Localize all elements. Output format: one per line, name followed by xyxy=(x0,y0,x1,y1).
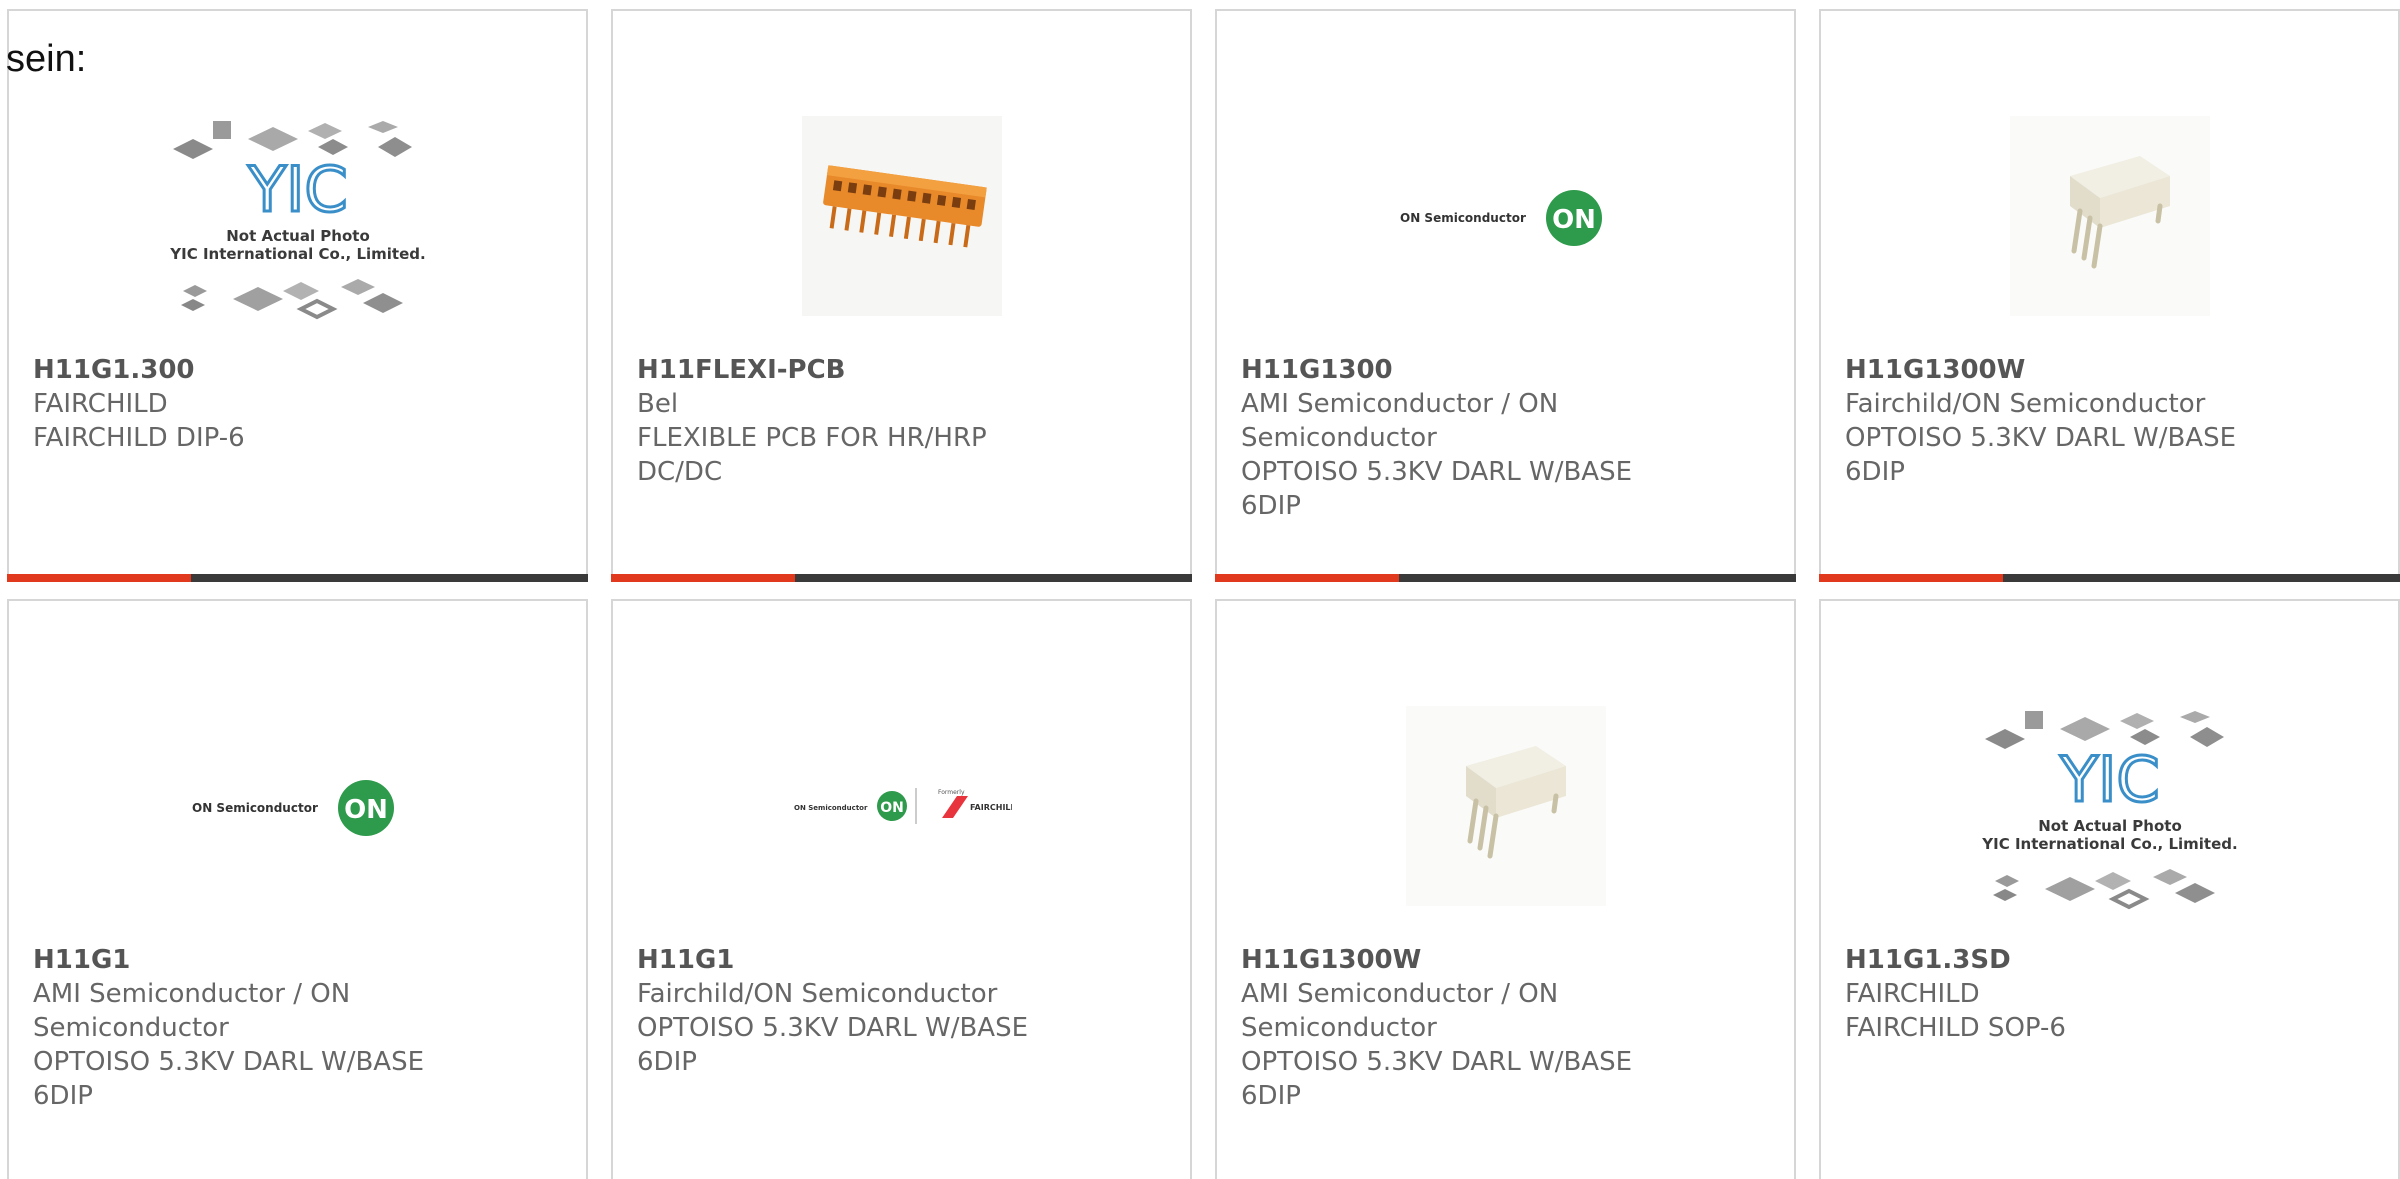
svg-text:YIC: YIC xyxy=(247,153,347,226)
on-semiconductor-logo-icon: ON Semiconductor ON xyxy=(192,780,394,836)
part-number[interactable]: H11G1300 xyxy=(1241,353,1644,387)
dip-chip-icon xyxy=(1405,706,1606,906)
svg-text:ON Semiconductor: ON Semiconductor xyxy=(192,801,318,815)
card-bottom-bar xyxy=(1819,574,2400,582)
dip-chip-icon xyxy=(2009,116,2210,316)
part-number[interactable]: H11G1 xyxy=(33,943,436,977)
manufacturer: Fairchild/ON Semiconductor xyxy=(1845,389,2206,419)
description: OPTOISO 5.3KV DARL W/BASE 6DIP xyxy=(637,1013,1029,1077)
product-info: H11G1 Fairchild/ON Semiconductor OPTOISO… xyxy=(637,943,1040,1079)
product-info: H11G1.3SD FAIRCHILD FAIRCHILD SOP-6 xyxy=(1845,943,2248,1045)
product-info: H11G1.300 FAIRCHILD FAIRCHILD DIP-6 xyxy=(33,353,436,455)
manufacturer: Bel xyxy=(637,389,679,419)
svg-text:ON: ON xyxy=(880,800,904,816)
manufacturer: Fairchild/ON Semiconductor xyxy=(637,979,998,1009)
svg-text:ON: ON xyxy=(1552,205,1596,235)
product-card[interactable]: ON Semiconductor ON H11G1 AMI Semiconduc… xyxy=(7,599,588,1179)
card-bar-accent xyxy=(1215,574,1399,582)
description: OPTOISO 5.3KV DARL W/BASE 6DIP xyxy=(1845,423,2237,487)
product-card[interactable]: ON Semiconductor ON Formerly FAIRCHILD H… xyxy=(611,599,1192,1179)
part-number[interactable]: H11G1 xyxy=(637,943,1040,977)
part-number[interactable]: H11G1300W xyxy=(1241,943,1644,977)
product-grid: YIC Not Actual Photo YIC International C… xyxy=(0,0,2400,1179)
description: FAIRCHILD SOP-6 xyxy=(1845,1013,2066,1043)
connector-icon xyxy=(801,116,1002,316)
svg-text:Formerly: Formerly xyxy=(938,789,965,796)
card-bar-accent xyxy=(611,574,795,582)
product-image[interactable]: ON Semiconductor ON xyxy=(9,671,586,941)
product-card[interactable]: ON Semiconductor ON H11G1300 AMI Semicon… xyxy=(1215,9,1796,582)
manufacturer: AMI Semiconductor / ON Semiconductor xyxy=(1241,389,1559,453)
product-info: H11G1 AMI Semiconductor / ON Semiconduct… xyxy=(33,943,436,1113)
part-number[interactable]: H11G1300W xyxy=(1845,353,2248,387)
product-info: H11FLEXI-PCB Bel FLEXIBLE PCB FOR HR/HRP… xyxy=(637,353,1040,489)
product-info: H11G1300W AMI Semiconductor / ON Semicon… xyxy=(1241,943,1644,1113)
product-card[interactable]: YIC Not Actual Photo YIC International C… xyxy=(7,9,588,582)
card-bottom-bar xyxy=(1215,574,1796,582)
product-image[interactable]: ON Semiconductor ON Formerly FAIRCHILD xyxy=(613,671,1190,941)
svg-text:Not Actual Photo: Not Actual Photo xyxy=(2038,817,2182,835)
product-card[interactable]: H11FLEXI-PCB Bel FLEXIBLE PCB FOR HR/HRP… xyxy=(611,9,1192,582)
part-number[interactable]: H11G1.300 xyxy=(33,353,436,387)
product-image[interactable]: ON Semiconductor ON xyxy=(1217,81,1794,351)
part-number[interactable]: H11G1.3SD xyxy=(1845,943,2248,977)
svg-text:ON Semiconductor: ON Semiconductor xyxy=(794,804,868,812)
yic-placeholder-icon: YIC Not Actual Photo YIC International C… xyxy=(1981,711,2237,910)
card-bottom-bar xyxy=(611,574,1192,582)
on-fairchild-logo-icon: ON Semiconductor ON Formerly FAIRCHILD xyxy=(794,788,1012,824)
description: OPTOISO 5.3KV DARL W/BASE 6DIP xyxy=(1241,457,1633,521)
on-semiconductor-logo-icon: ON Semiconductor ON xyxy=(1400,190,1602,246)
product-card[interactable]: YIC Not Actual Photo YIC International C… xyxy=(1819,599,2400,1179)
description: OPTOISO 5.3KV DARL W/BASE 6DIP xyxy=(33,1047,425,1111)
product-card[interactable]: H11G1300W AMI Semiconductor / ON Semicon… xyxy=(1215,599,1796,1179)
product-image[interactable]: YIC Not Actual Photo YIC International C… xyxy=(9,81,586,351)
product-image[interactable]: YIC Not Actual Photo YIC International C… xyxy=(1821,671,2398,941)
svg-text:YIC International Co., Limited: YIC International Co., Limited. xyxy=(169,245,425,263)
svg-text:ON: ON xyxy=(344,795,388,825)
svg-text:YIC: YIC xyxy=(2059,743,2159,816)
card-bottom-bar xyxy=(7,574,588,582)
intro-text: sein: xyxy=(6,38,87,80)
svg-text:YIC International Co., Limited: YIC International Co., Limited. xyxy=(1981,835,2237,853)
product-image[interactable] xyxy=(613,81,1190,351)
svg-text:FAIRCHILD: FAIRCHILD xyxy=(970,803,1012,812)
svg-text:ON Semiconductor: ON Semiconductor xyxy=(1400,211,1526,225)
manufacturer: AMI Semiconductor / ON Semiconductor xyxy=(33,979,351,1043)
yic-placeholder-icon: YIC Not Actual Photo YIC International C… xyxy=(169,121,425,320)
card-bar-accent xyxy=(7,574,191,582)
manufacturer: FAIRCHILD xyxy=(33,389,168,419)
product-image[interactable] xyxy=(1217,671,1794,941)
part-number[interactable]: H11FLEXI-PCB xyxy=(637,353,1040,387)
description: FLEXIBLE PCB FOR HR/HRP DC/DC xyxy=(637,423,987,487)
card-bar-accent xyxy=(1819,574,2003,582)
manufacturer: FAIRCHILD xyxy=(1845,979,1980,1009)
manufacturer: AMI Semiconductor / ON Semiconductor xyxy=(1241,979,1559,1043)
description: FAIRCHILD DIP-6 xyxy=(33,423,245,453)
description: OPTOISO 5.3KV DARL W/BASE 6DIP xyxy=(1241,1047,1633,1111)
product-info: H11G1300W Fairchild/ON Semiconductor OPT… xyxy=(1845,353,2248,489)
product-image[interactable] xyxy=(1821,81,2398,351)
product-info: H11G1300 AMI Semiconductor / ON Semicond… xyxy=(1241,353,1644,523)
product-card[interactable]: H11G1300W Fairchild/ON Semiconductor OPT… xyxy=(1819,9,2400,582)
svg-text:Not Actual Photo: Not Actual Photo xyxy=(226,227,370,245)
